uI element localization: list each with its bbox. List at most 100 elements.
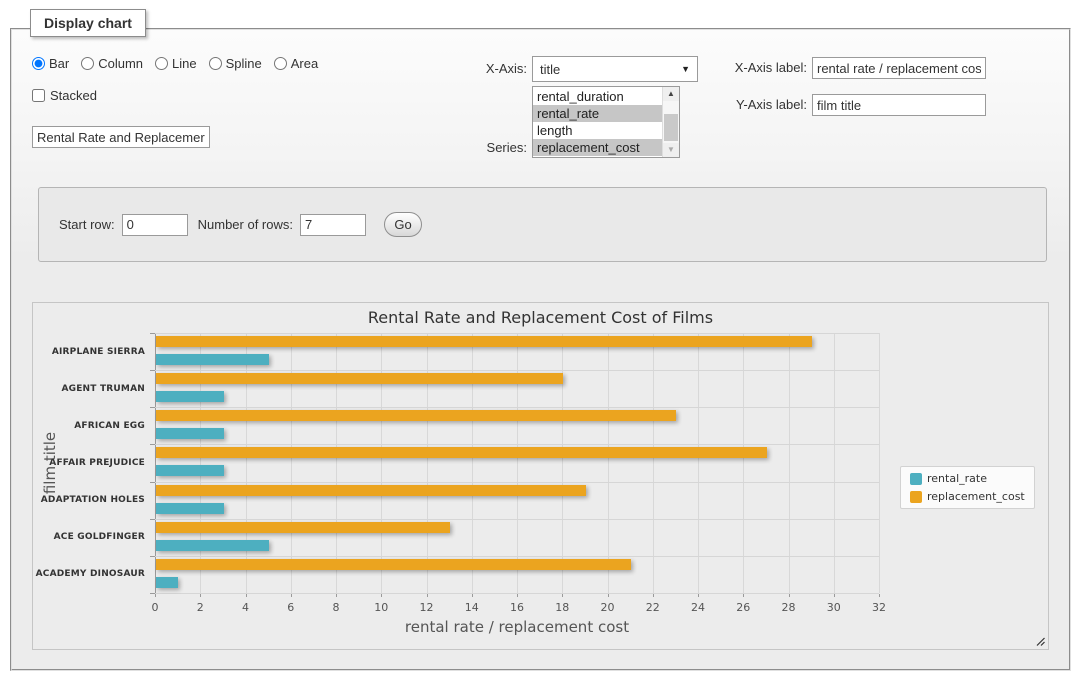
y-axis-tick (150, 407, 155, 408)
x-axis-tick-label: 16 (497, 601, 537, 614)
bar-rental_rate[interactable] (156, 354, 269, 365)
x-axis-tick-label: 32 (859, 601, 899, 614)
x-axis-tick-label: 4 (226, 601, 266, 614)
category-label: AGENT TRUMAN (33, 370, 145, 407)
x-axis-tick-label: 0 (135, 601, 175, 614)
bar-replacement_cost[interactable] (156, 559, 631, 570)
gridline-vertical (517, 333, 518, 593)
bar-replacement_cost[interactable] (156, 485, 586, 496)
chart-type-label: Bar (49, 56, 69, 71)
legend-swatch (910, 491, 922, 503)
gridline-horizontal (155, 444, 879, 445)
legend-item-rental_rate[interactable]: rental_rate (910, 472, 1025, 485)
y-axis-label-input[interactable] (812, 94, 986, 116)
y-axis-tick (150, 519, 155, 520)
display-chart-panel: Display chart BarColumnLineSplineArea St… (10, 28, 1071, 671)
gridline-vertical (698, 333, 699, 593)
bar-replacement_cost[interactable] (156, 373, 563, 384)
series-option-rental_rate[interactable]: rental_rate (533, 105, 662, 122)
y-axis-tick (150, 482, 155, 483)
legend-swatch (910, 473, 922, 485)
y-axis-tick (150, 444, 155, 445)
x-axis-tick-label: 12 (407, 601, 447, 614)
gridline-horizontal (155, 370, 879, 371)
stacked-checkbox[interactable] (32, 89, 45, 102)
chart-type-label: Column (98, 56, 143, 71)
number-of-rows-label: Number of rows: (198, 217, 293, 232)
gridline-horizontal (155, 482, 879, 483)
gridline-vertical (879, 333, 880, 593)
chart-type-column[interactable]: Column (81, 56, 143, 71)
panel-legend-title: Display chart (30, 9, 146, 37)
chart-type-radio-area[interactable] (274, 57, 287, 70)
gridline-vertical (336, 333, 337, 593)
x-axis-tick-label: 6 (271, 601, 311, 614)
gridline-vertical (472, 333, 473, 593)
start-row-label: Start row: (59, 217, 115, 232)
series-options: rental_durationrental_ratelengthreplacem… (533, 87, 662, 157)
x-axis-tick (653, 594, 654, 597)
gridline-horizontal (155, 556, 879, 557)
chart-type-label: Line (172, 56, 197, 71)
bar-rental_rate[interactable] (156, 503, 224, 514)
resize-handle-icon[interactable] (1034, 635, 1045, 646)
scrollbar-thumb[interactable] (664, 114, 678, 141)
gridline-vertical (562, 333, 563, 593)
chart-type-label: Area (291, 56, 318, 71)
chart-type-radio-line[interactable] (155, 57, 168, 70)
gridline-horizontal (155, 519, 879, 520)
x-axis-tick (698, 594, 699, 597)
gridline-vertical (200, 333, 201, 593)
bar-replacement_cost[interactable] (156, 410, 676, 421)
x-axis-select-label: X-Axis: (397, 61, 527, 76)
bar-replacement_cost[interactable] (156, 336, 812, 347)
x-axis-tick-label: 18 (542, 601, 582, 614)
go-button[interactable]: Go (384, 212, 422, 237)
chart-type-radio-spline[interactable] (209, 57, 222, 70)
chart-type-area[interactable]: Area (274, 56, 318, 71)
series-listbox[interactable]: rental_durationrental_ratelengthreplacem… (532, 86, 680, 158)
x-axis-tick (789, 594, 790, 597)
chart-type-radio-bar[interactable] (32, 57, 45, 70)
start-row-input[interactable] (122, 214, 188, 236)
category-label: ACADEMY DINOSAUR (33, 556, 145, 593)
y-axis-tick (150, 370, 155, 371)
bar-replacement_cost[interactable] (156, 522, 450, 533)
chart-title: Rental Rate and Replacement Cost of Film… (33, 308, 1048, 327)
scroll-down-icon[interactable]: ▼ (663, 143, 679, 157)
chart-type-radio-column[interactable] (81, 57, 94, 70)
bar-rental_rate[interactable] (156, 391, 224, 402)
plot-area (155, 333, 879, 593)
series-option-rental_duration[interactable]: rental_duration (533, 88, 662, 105)
category-label: AFRICAN EGG (33, 407, 145, 444)
x-axis-label-input[interactable] (812, 57, 986, 79)
category-label: ACE GOLDFINGER (33, 519, 145, 556)
chart-type-bar[interactable]: Bar (32, 56, 69, 71)
gridline-horizontal (155, 333, 879, 334)
bar-rental_rate[interactable] (156, 540, 269, 551)
x-axis-tick (879, 594, 880, 597)
chart-type-line[interactable]: Line (155, 56, 197, 71)
legend-label: rental_rate (927, 472, 987, 485)
category-label: AIRPLANE SIERRA (33, 333, 145, 370)
number-of-rows-input[interactable] (300, 214, 366, 236)
x-axis-tick (743, 594, 744, 597)
bar-replacement_cost[interactable] (156, 447, 767, 458)
legend-item-replacement_cost[interactable]: replacement_cost (910, 490, 1025, 503)
chart-title-input[interactable] (32, 126, 210, 148)
bar-rental_rate[interactable] (156, 465, 224, 476)
stacked-checkbox-row[interactable]: Stacked (32, 88, 97, 103)
series-option-length[interactable]: length (533, 122, 662, 139)
gridline-horizontal (155, 407, 879, 408)
x-axis-tick (336, 594, 337, 597)
chart-type-radio-group: Bar Column Line Spline Area (32, 56, 318, 71)
x-axis-tick (427, 594, 428, 597)
category-label: AFFAIR PREJUDICE (33, 444, 145, 481)
series-option-replacement_cost[interactable]: replacement_cost (533, 139, 662, 156)
bar-rental_rate[interactable] (156, 577, 178, 588)
bar-rental_rate[interactable] (156, 428, 224, 439)
chart-type-spline[interactable]: Spline (209, 56, 262, 71)
x-axis-tick (517, 594, 518, 597)
x-axis-tick (246, 594, 247, 597)
y-axis-label-field-label: Y-Axis label: (667, 97, 807, 112)
